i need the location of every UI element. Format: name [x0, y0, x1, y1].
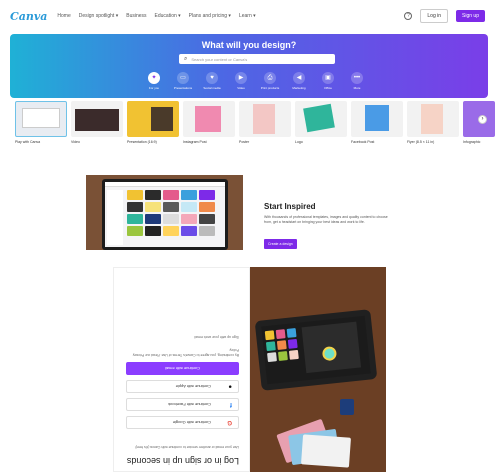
nav-link-home[interactable]: Home	[57, 13, 70, 19]
template-tile[interactable]: Presentation (16:9)	[127, 101, 179, 144]
category-video[interactable]: ▶ Video	[232, 72, 250, 90]
category-label: Presentations	[173, 86, 193, 90]
template-thumbnail	[407, 101, 459, 137]
login-subtitle: Use your email or another service to con…	[134, 445, 239, 449]
email-label: Continue with email	[165, 366, 200, 371]
template-tile[interactable]: Flyer (8.5 × 11 in)	[407, 101, 459, 144]
continue-facebook-button[interactable]: f Continue with Facebook	[126, 398, 239, 411]
template-tile[interactable]: Logo	[295, 101, 347, 144]
template-label: Instagram Post	[183, 140, 207, 144]
template-tile[interactable]: Facebook Post	[351, 101, 403, 144]
heart-icon: ♥	[206, 72, 218, 84]
category-label: Social media	[203, 86, 221, 90]
login-modal: Log in or sign up in seconds Use your em…	[113, 267, 386, 472]
continue-google-button[interactable]: G Continue with Google	[126, 416, 239, 429]
search-icon: ⌕	[184, 55, 188, 62]
terms-text: By continuing, you agree to Canva's Term…	[132, 348, 239, 357]
more-icon: •••	[351, 72, 363, 84]
login-title: Log in or sign up in seconds	[126, 456, 239, 466]
category-row: ✦ For you ▭ Presentations ♥ Social media…	[145, 72, 366, 90]
apple-icon: ●	[228, 383, 232, 390]
megaphone-icon: ◀	[293, 72, 305, 84]
chevron-right-icon[interactable]: ›	[478, 115, 487, 124]
category-marketing[interactable]: ◀ Marketing	[290, 72, 308, 90]
continue-apple-button[interactable]: ● Continue with Apple	[126, 380, 239, 393]
tablet-illustration	[254, 309, 378, 391]
search-input[interactable]: ⌕ Search your content or Canva's	[179, 54, 335, 64]
laptop-illustration	[102, 179, 228, 250]
login-form-panel: Log in or sign up in seconds Use your em…	[113, 267, 250, 472]
category-label: Office	[324, 86, 332, 90]
presentation-icon: ▭	[177, 72, 189, 84]
top-nav: Canva Home Design spotlight ▾ Business E…	[0, 0, 495, 32]
template-label: Video	[71, 140, 80, 144]
template-label: Facebook Post	[351, 140, 375, 144]
template-thumbnail	[295, 101, 347, 137]
google-icon: G	[227, 419, 232, 426]
template-tile[interactable]: Poster	[239, 101, 291, 144]
template-thumbnail	[71, 101, 123, 137]
template-thumbnail	[15, 101, 67, 137]
template-thumbnail	[239, 101, 291, 137]
category-for-you[interactable]: ✦ For you	[145, 72, 163, 90]
category-label: For you	[148, 86, 160, 90]
inspire-title: Start Inspired	[264, 202, 316, 211]
nav-link-design-spotlight[interactable]: Design spotlight ▾	[79, 13, 118, 19]
category-more[interactable]: ••• More	[348, 72, 366, 90]
signup-button[interactable]: Sign up	[456, 10, 485, 22]
template-thumbnail	[351, 101, 403, 137]
template-label: Flyer (8.5 × 11 in)	[407, 140, 435, 144]
nav-link-business[interactable]: Business	[126, 13, 146, 19]
category-social-media[interactable]: ♥ Social media	[203, 72, 221, 90]
template-label: Poster	[239, 140, 250, 144]
nav-link-learn[interactable]: Learn ▾	[239, 13, 256, 19]
login-button[interactable]: Log in	[420, 9, 449, 23]
login-illustration	[250, 267, 386, 472]
category-label: More	[353, 86, 361, 90]
canva-logo[interactable]: Canva	[10, 10, 47, 23]
search-placeholder: Search your content or Canva's	[191, 56, 248, 62]
template-thumbnail	[183, 101, 235, 137]
template-tile[interactable]: Video	[71, 101, 123, 144]
facebook-label: Continue with Facebook	[168, 402, 211, 407]
template-thumbnail	[127, 101, 179, 137]
hero-title: What will you design?	[201, 40, 297, 50]
template-tile[interactable]: Play with Canva	[15, 101, 67, 144]
template-label: Infographic	[463, 140, 481, 144]
nav-link-education[interactable]: Education ▾	[155, 13, 181, 19]
facebook-icon: f	[230, 401, 232, 408]
play-icon: ▶	[235, 72, 247, 84]
template-label: Logo	[295, 140, 303, 144]
category-office[interactable]: ▣ Office	[319, 72, 337, 90]
category-label: Print products	[260, 86, 280, 90]
template-label: Presentation (16:9)	[127, 140, 157, 144]
category-print-products[interactable]: ⎙ Print products	[261, 72, 279, 90]
inspire-text: With thousands of professional templates…	[264, 215, 388, 224]
category-label: Video	[237, 86, 245, 90]
sparkle-icon: ✦	[148, 72, 160, 84]
template-strip: Play with Canva Video Presentation (16:9…	[0, 101, 495, 151]
template-label: Play with Canva	[15, 140, 41, 144]
nav-links: Home Design spotlight ▾ Business Educati…	[57, 13, 255, 19]
printer-icon: ⎙	[264, 72, 276, 84]
briefcase-icon: ▣	[322, 72, 334, 84]
apple-label: Continue with Apple	[175, 384, 211, 389]
nav-actions: ? Log in Sign up	[404, 9, 485, 23]
category-presentations[interactable]: ▭ Presentations	[174, 72, 192, 90]
template-tile[interactable]: Instagram Post	[183, 101, 235, 144]
create-design-button[interactable]: Create a design	[264, 239, 297, 249]
hero-banner: What will you design? ⌕ Search your cont…	[10, 34, 488, 98]
work-email-link[interactable]: Sign up with your work email	[124, 334, 239, 339]
color-swatches	[276, 412, 360, 468]
inspire-image	[86, 175, 243, 250]
continue-email-button[interactable]: Continue with email	[126, 362, 239, 375]
google-label: Continue with Google	[172, 420, 211, 425]
help-icon[interactable]: ?	[404, 12, 413, 20]
category-label: Marketing	[292, 86, 306, 90]
nav-link-plans[interactable]: Plans and pricing ▾	[189, 13, 231, 19]
